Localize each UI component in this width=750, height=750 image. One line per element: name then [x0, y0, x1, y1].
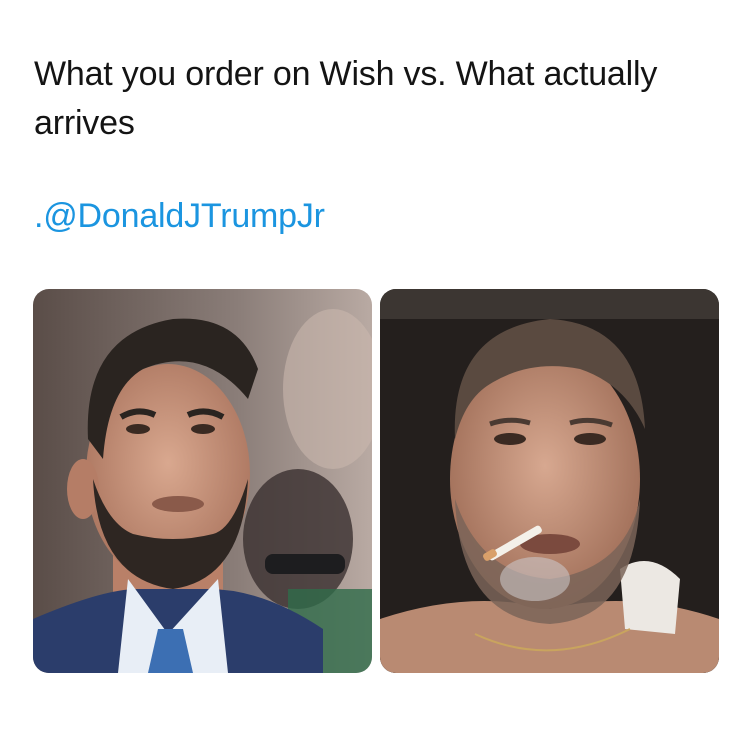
- left-photo[interactable]: [33, 289, 372, 673]
- mention-link[interactable]: .@DonaldJTrumpJr: [34, 196, 325, 236]
- right-photo-illustration: [380, 289, 719, 673]
- right-photo[interactable]: [380, 289, 719, 673]
- left-photo-illustration: [33, 289, 372, 673]
- post-text: What you order on Wish vs. What actually…: [34, 55, 658, 142]
